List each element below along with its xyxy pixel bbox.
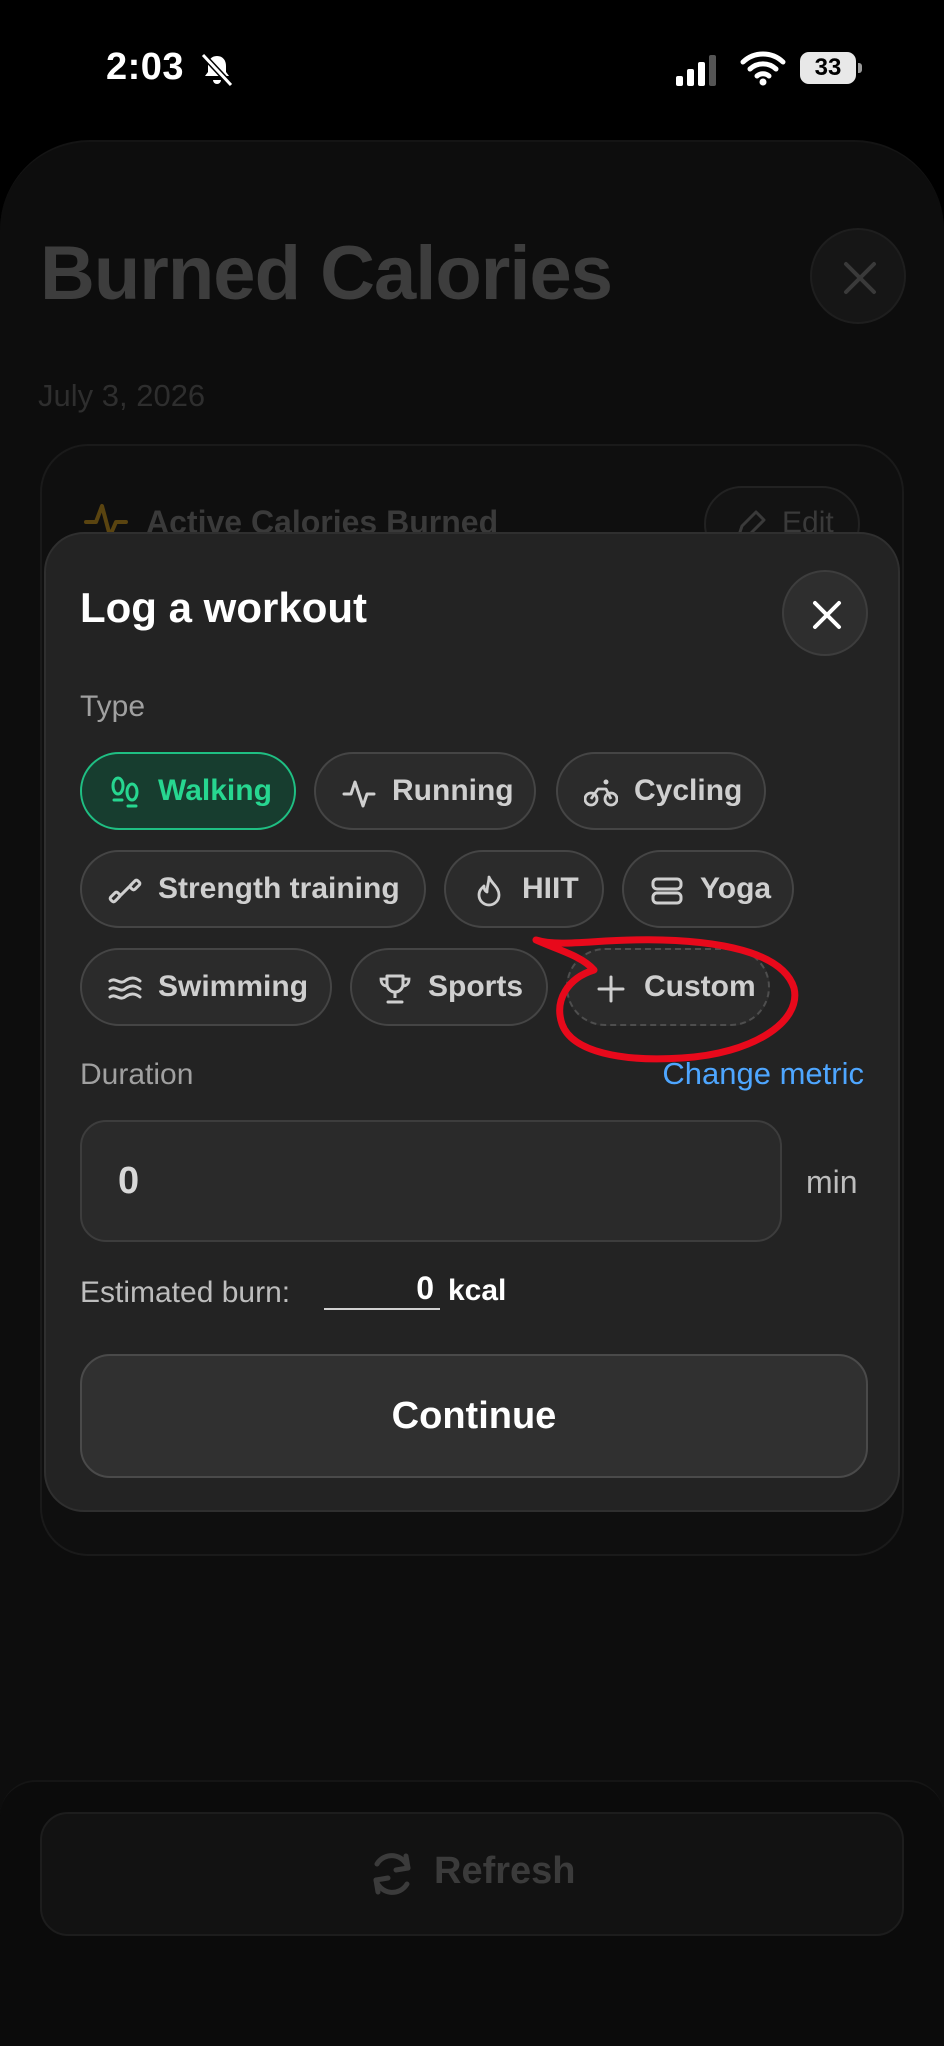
type-chip-walking[interactable]: Walking xyxy=(80,752,296,830)
close-icon xyxy=(813,601,841,629)
type-chip-yoga[interactable]: Yoga xyxy=(622,850,794,928)
battery-indicator: 33 xyxy=(800,52,862,84)
type-label: Type xyxy=(80,690,146,723)
modal-title: Log a workout xyxy=(80,584,367,631)
status-time: 2:03 xyxy=(106,46,185,88)
continue-button[interactable]: Continue xyxy=(80,1354,868,1478)
bicycle-icon xyxy=(584,779,618,807)
estimated-burn-unit: kcal xyxy=(448,1274,507,1307)
type-chip-sports[interactable]: Sports xyxy=(350,948,548,1026)
annotation-circle xyxy=(532,936,799,1063)
type-chip-label: Yoga xyxy=(700,872,772,905)
type-chip-hiit[interactable]: HIIT xyxy=(444,850,604,928)
wifi-icon xyxy=(740,51,786,86)
duration-input[interactable]: 0 xyxy=(80,1120,782,1242)
duration-label: Duration xyxy=(80,1058,194,1091)
refresh-button: Refresh xyxy=(40,1812,904,1936)
trophy-icon xyxy=(379,974,411,1004)
activity-icon xyxy=(342,780,376,808)
refresh-label: Refresh xyxy=(434,1850,576,1892)
status-bar: 2:03 33 xyxy=(0,0,944,140)
type-chip-label: Swimming xyxy=(158,970,309,1003)
type-chip-running[interactable]: Running xyxy=(314,752,536,830)
dumbbell-icon xyxy=(108,878,142,904)
type-chip-label: Walking xyxy=(158,774,272,807)
page-date: July 3, 2026 xyxy=(38,378,206,413)
refresh-icon xyxy=(373,1853,411,1895)
layers-icon xyxy=(651,877,683,905)
footprints-icon xyxy=(111,776,139,808)
type-chip-label: HIIT xyxy=(522,872,579,905)
waves-icon xyxy=(108,976,142,1000)
flame-icon xyxy=(477,875,501,907)
type-chip-cycling[interactable]: Cycling xyxy=(556,752,766,830)
cellular-signal-icon xyxy=(676,55,716,86)
estimated-burn-label: Estimated burn: xyxy=(80,1276,291,1309)
type-chip-strength-training[interactable]: Strength training xyxy=(80,850,426,928)
type-chip-label: Cycling xyxy=(634,774,743,807)
page-title: Burned Calories xyxy=(40,231,613,316)
background-close-button xyxy=(810,228,906,324)
type-chip-label: Strength training xyxy=(158,872,400,905)
estimated-burn-input[interactable]: 0 xyxy=(324,1270,440,1310)
type-chip-label: Sports xyxy=(428,970,524,1003)
type-chip-label: Running xyxy=(392,774,514,807)
type-chip-swimming[interactable]: Swimming xyxy=(80,948,332,1026)
close-icon xyxy=(844,262,876,294)
battery-level: 33 xyxy=(800,52,856,84)
duration-unit: min xyxy=(806,1164,858,1200)
bell-muted-icon xyxy=(200,52,234,88)
battery-tip xyxy=(858,63,862,73)
modal-close-button[interactable] xyxy=(782,570,868,656)
